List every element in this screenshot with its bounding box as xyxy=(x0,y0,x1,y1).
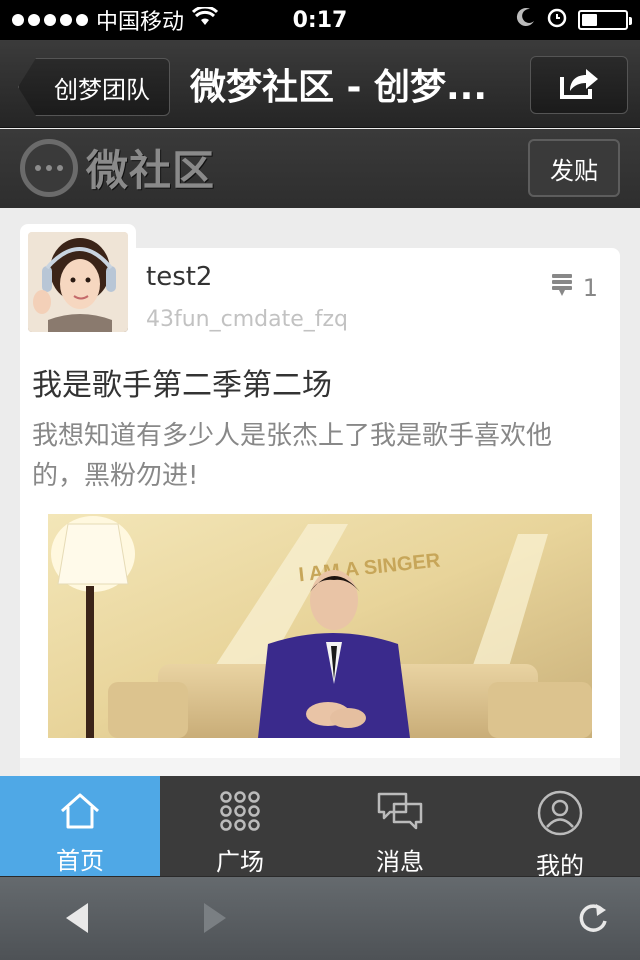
post-body[interactable]: 我想知道有多少人是张杰上了我是歌手喜欢他的，黑粉勿进! xyxy=(32,416,602,496)
battery-level xyxy=(582,14,597,26)
signal-strength-icon xyxy=(12,14,88,26)
chat-icon xyxy=(376,790,424,832)
comment-icon xyxy=(551,272,573,304)
back-arrow-icon xyxy=(62,903,92,939)
tab-label: 消息 xyxy=(376,848,424,876)
avatar-frame[interactable] xyxy=(20,224,136,340)
tab-bar: 首页 广场 消息 我的 xyxy=(0,776,640,880)
home-icon xyxy=(58,790,102,831)
moon-icon xyxy=(516,7,536,33)
logo-text: 微社区 xyxy=(86,146,216,195)
share-icon xyxy=(558,65,600,105)
browser-back-button[interactable] xyxy=(62,901,92,939)
comment-count[interactable]: 1 xyxy=(551,272,598,304)
reload-icon xyxy=(576,904,610,939)
community-logo: 微社区 xyxy=(20,137,215,198)
wifi-icon xyxy=(191,5,219,33)
tab-messages[interactable]: 消息 xyxy=(320,776,480,876)
page-title: 微梦社区 - 创梦... xyxy=(190,67,488,108)
user-icon xyxy=(537,790,583,836)
tab-label: 首页 xyxy=(56,847,104,875)
community-header: 微社区 发贴 xyxy=(0,129,640,208)
avatar[interactable] xyxy=(28,232,128,332)
tab-home[interactable]: 首页 xyxy=(0,776,160,876)
comment-count-value: 1 xyxy=(582,274,598,302)
post-footer xyxy=(20,758,620,776)
browser-forward-button[interactable] xyxy=(200,901,230,939)
forward-arrow-icon xyxy=(200,903,230,939)
tab-profile[interactable]: 我的 xyxy=(480,776,640,880)
alarm-icon xyxy=(546,6,568,34)
browser-reload-button[interactable] xyxy=(576,901,610,939)
status-bar: 中国移动 0:17 xyxy=(0,0,640,40)
grid-icon xyxy=(219,790,261,832)
tab-label: 广场 xyxy=(216,848,264,876)
author-name[interactable]: test2 xyxy=(146,262,212,292)
post-title[interactable]: 我是歌手第二季第二场 xyxy=(32,360,332,404)
battery-icon xyxy=(578,10,632,30)
post-image[interactable]: I AM A SINGER xyxy=(48,514,592,738)
carrier-label: 中国移动 xyxy=(96,10,185,35)
author-id: 43fun_cmdate_fzq xyxy=(146,307,349,332)
back-button[interactable]: 创梦团队 xyxy=(18,58,170,116)
share-button[interactable] xyxy=(530,56,628,114)
chat-bubble-icon xyxy=(20,138,78,197)
tab-plaza[interactable]: 广场 xyxy=(160,776,320,876)
back-button-label: 创梦团队 xyxy=(54,75,150,104)
new-post-button[interactable]: 发贴 xyxy=(528,139,620,197)
status-left: 中国移动 xyxy=(12,4,516,36)
status-right xyxy=(516,6,632,34)
navigation-bar: 创梦团队 微梦社区 - 创梦... xyxy=(0,40,640,128)
browser-toolbar xyxy=(0,876,640,960)
